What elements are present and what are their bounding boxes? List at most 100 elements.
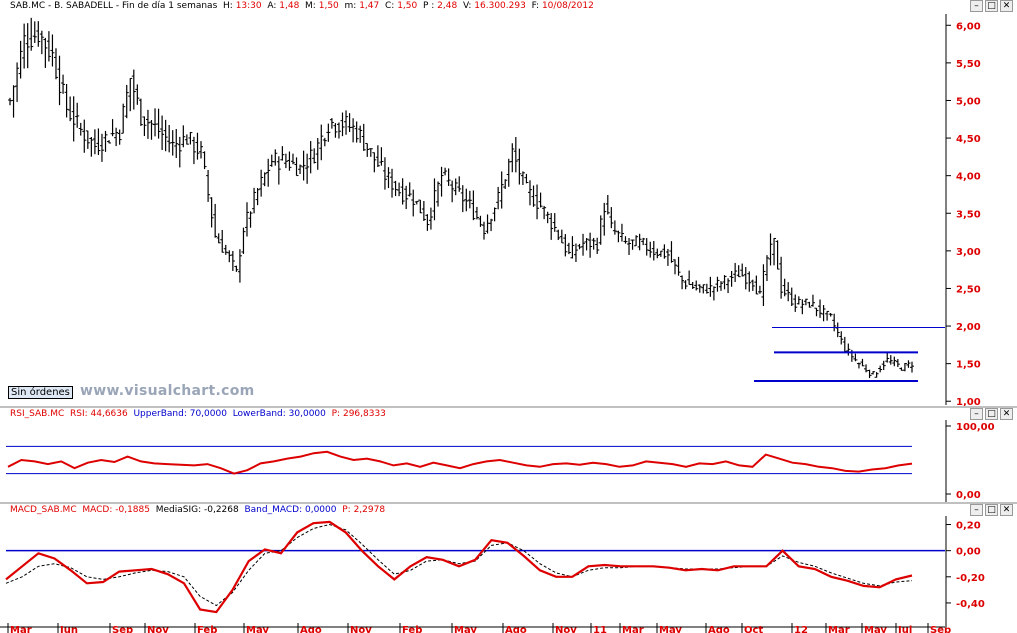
ohlc-bar [131,69,136,110]
price-y-tick-label: 2,50 [956,284,981,295]
ohlc-bar [103,130,108,152]
ohlc-bar [308,141,313,174]
ohlc-bar [36,21,41,47]
ohlc-bar [782,278,787,297]
ohlc-bar [443,167,448,176]
ohlc-bar [312,148,317,164]
ohlc-bar [492,207,497,222]
x-tick-label: Mar [622,625,644,633]
ohlc-bar [390,168,395,198]
ohlc-bar [255,187,260,206]
ohlc-bar [322,137,327,147]
x-tick-label: Ago [708,625,730,633]
ohlc-bar [566,242,571,255]
ohlc-bar [453,178,458,196]
ohlc-bar [828,312,833,317]
macd-y-tick-label: 0,20 [956,521,981,532]
ohlc-bar [237,249,242,283]
ohlc-bar [117,129,122,145]
x-tick-label: Nov [350,625,372,633]
ohlc-bar [457,176,462,192]
ohlc-bar [644,238,649,256]
ohlc-bar [605,194,610,215]
price-y-tick-label: 6,00 [956,21,981,32]
ohlc-bar [421,201,426,221]
ohlc-bar [138,98,143,126]
ohlc-bar [305,153,310,184]
ohlc-bar [895,359,900,368]
x-tick-label: Nov [555,625,577,633]
ohlc-bar [874,372,879,378]
price-y-tick-label: 3,00 [956,247,981,258]
ohlc-bar [407,182,412,197]
ohlc-bar [690,282,695,289]
ohlc-bar [450,180,455,203]
ohlc-bar [110,119,115,137]
ohlc-bar [595,237,600,254]
ohlc-bar [598,215,603,245]
ohlc-bar [853,353,858,362]
ohlc-bar [584,238,589,251]
ohlc-bar [673,259,678,275]
ohlc-bar [867,369,872,379]
ohlc-bar [559,229,564,244]
ohlc-bar [50,34,55,67]
ohlc-bar [107,140,112,144]
ohlc-bar [241,227,246,254]
ohlc-bar [527,180,532,206]
ohlc-bar [223,244,228,255]
ohlc-bar [184,134,189,145]
ohlc-bar [336,122,341,139]
ohlc-bar [400,178,405,205]
ohlc-bar [871,371,876,375]
x-tick-label: Mar [828,625,850,633]
rsi-y-tick-label: 100,00 [956,422,995,433]
x-tick-label: Ago [505,625,527,633]
ohlc-bar [864,364,869,373]
ohlc-bar [89,137,94,157]
ohlc-bar [775,240,780,270]
ohlc-bar [814,307,819,317]
ohlc-bar [372,152,377,173]
ohlc-bar [29,17,34,51]
ohlc-bar [513,136,518,173]
ohlc-bar [796,296,801,305]
ohlc-bar [588,232,593,258]
ohlc-bar [244,202,249,237]
ohlc-bar [163,119,168,152]
ohlc-bar [351,118,356,143]
ohlc-bar [542,205,547,220]
ohlc-bar [269,154,274,167]
ohlc-bar [78,122,83,136]
ohlc-bar [577,243,582,250]
rsi-line [7,450,913,475]
ohlc-bar [736,265,741,278]
ohlc-bar [517,148,522,185]
ohlc-bar [549,212,554,240]
ohlc-bar [156,108,161,139]
ohlc-bar [382,157,387,190]
ohlc-bar [216,233,221,244]
x-tick-label: Feb [197,625,217,633]
x-tick-label: Feb [402,625,422,633]
ohlc-bar [428,207,433,230]
ohlc-bar [404,185,409,210]
ohlc-bar [18,40,23,79]
ohlc-bar [358,125,363,143]
orders-button[interactable]: Sin órdenes [8,386,73,399]
ohlc-bar [658,250,663,257]
ohlc-bar [524,173,529,184]
ohlc-bar [556,229,561,241]
ohlc-bar [213,203,218,238]
ohlc-bar [496,186,501,210]
ohlc-bar [743,267,748,290]
ohlc-bar [754,275,759,295]
ohlc-bar [726,278,731,294]
x-tick-label: 12 [794,625,808,633]
ohlc-bar [82,119,87,153]
ohlc-bar [821,305,826,322]
ohlc-bar [128,77,133,112]
ohlc-bar [276,156,281,185]
ohlc-bar [729,270,734,287]
ohlc-bar [803,298,808,306]
